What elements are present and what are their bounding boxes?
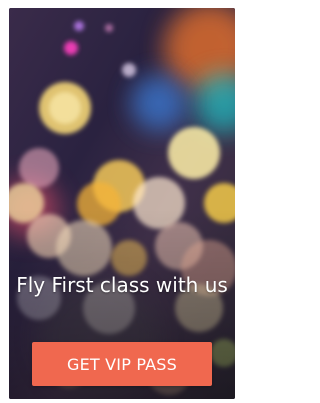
get-vip-pass-button[interactable]: GET VIP PASS	[32, 342, 212, 386]
promo-headline: Fly First class with us	[16, 273, 228, 297]
promo-card: Fly First class with us GET VIP PASS	[9, 8, 235, 399]
